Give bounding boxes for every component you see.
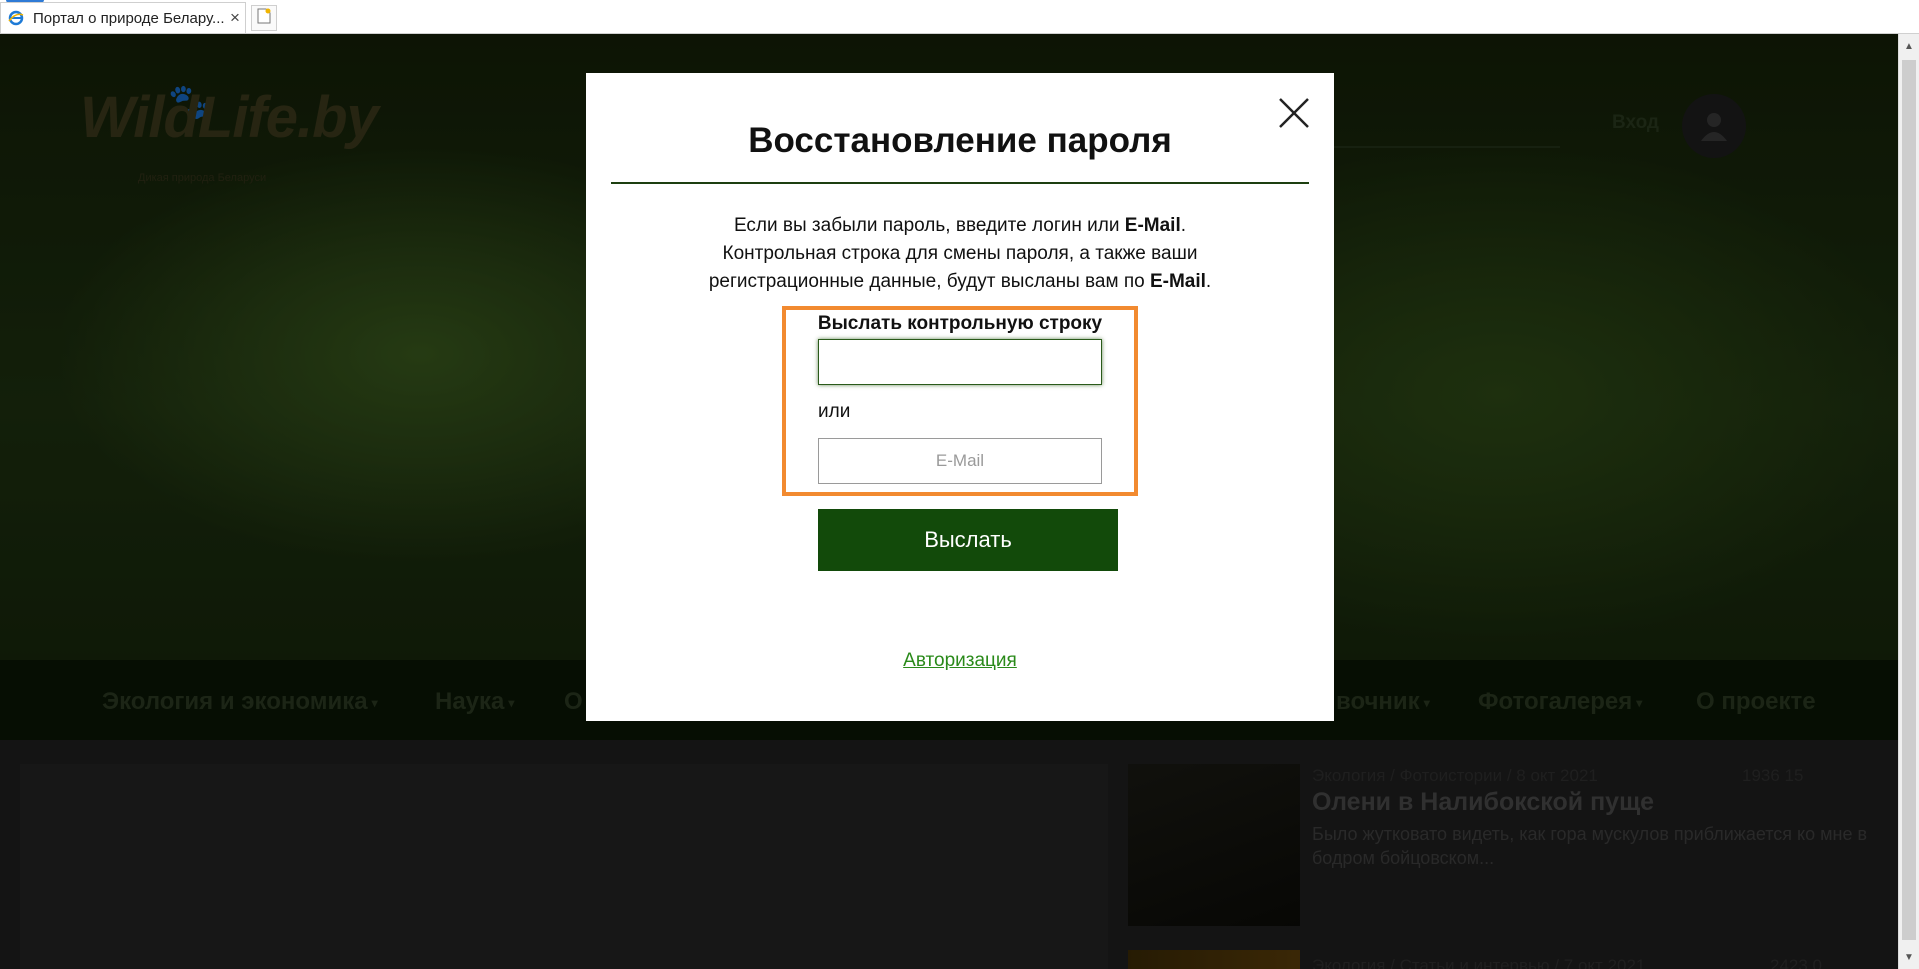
- login-input[interactable]: [818, 339, 1102, 385]
- email-input[interactable]: [818, 438, 1102, 484]
- tab-title: Портал о природе Белару...: [33, 9, 225, 27]
- browser-tab[interactable]: Портал о природе Белару... ×: [0, 2, 246, 33]
- send-button[interactable]: Выслать: [818, 509, 1118, 571]
- scroll-down-icon[interactable]: ▼: [1899, 947, 1919, 967]
- title-divider: [611, 182, 1309, 184]
- authorization-link[interactable]: Авторизация: [586, 650, 1334, 672]
- scroll-thumb[interactable]: [1902, 60, 1916, 940]
- ie-icon: [7, 9, 25, 27]
- scroll-up-icon[interactable]: ▲: [1899, 36, 1919, 56]
- password-recovery-modal: Восстановление пароля Если вы забыли пар…: [586, 73, 1334, 721]
- or-separator: или: [818, 401, 851, 422]
- new-tab-button[interactable]: [251, 5, 277, 31]
- browser-tab-bar: Портал о природе Белару... ×: [0, 0, 1919, 34]
- tab-close-icon[interactable]: ×: [225, 8, 245, 28]
- modal-title: Восстановление пароля: [748, 121, 1172, 160]
- page-scrollbar[interactable]: ▲ ▼: [1898, 34, 1919, 969]
- new-tab-icon: [257, 8, 271, 29]
- modal-description: Если вы забыли пароль, введите логин или…: [708, 215, 1212, 292]
- send-code-label: Выслать контрольную строку: [817, 313, 1103, 334]
